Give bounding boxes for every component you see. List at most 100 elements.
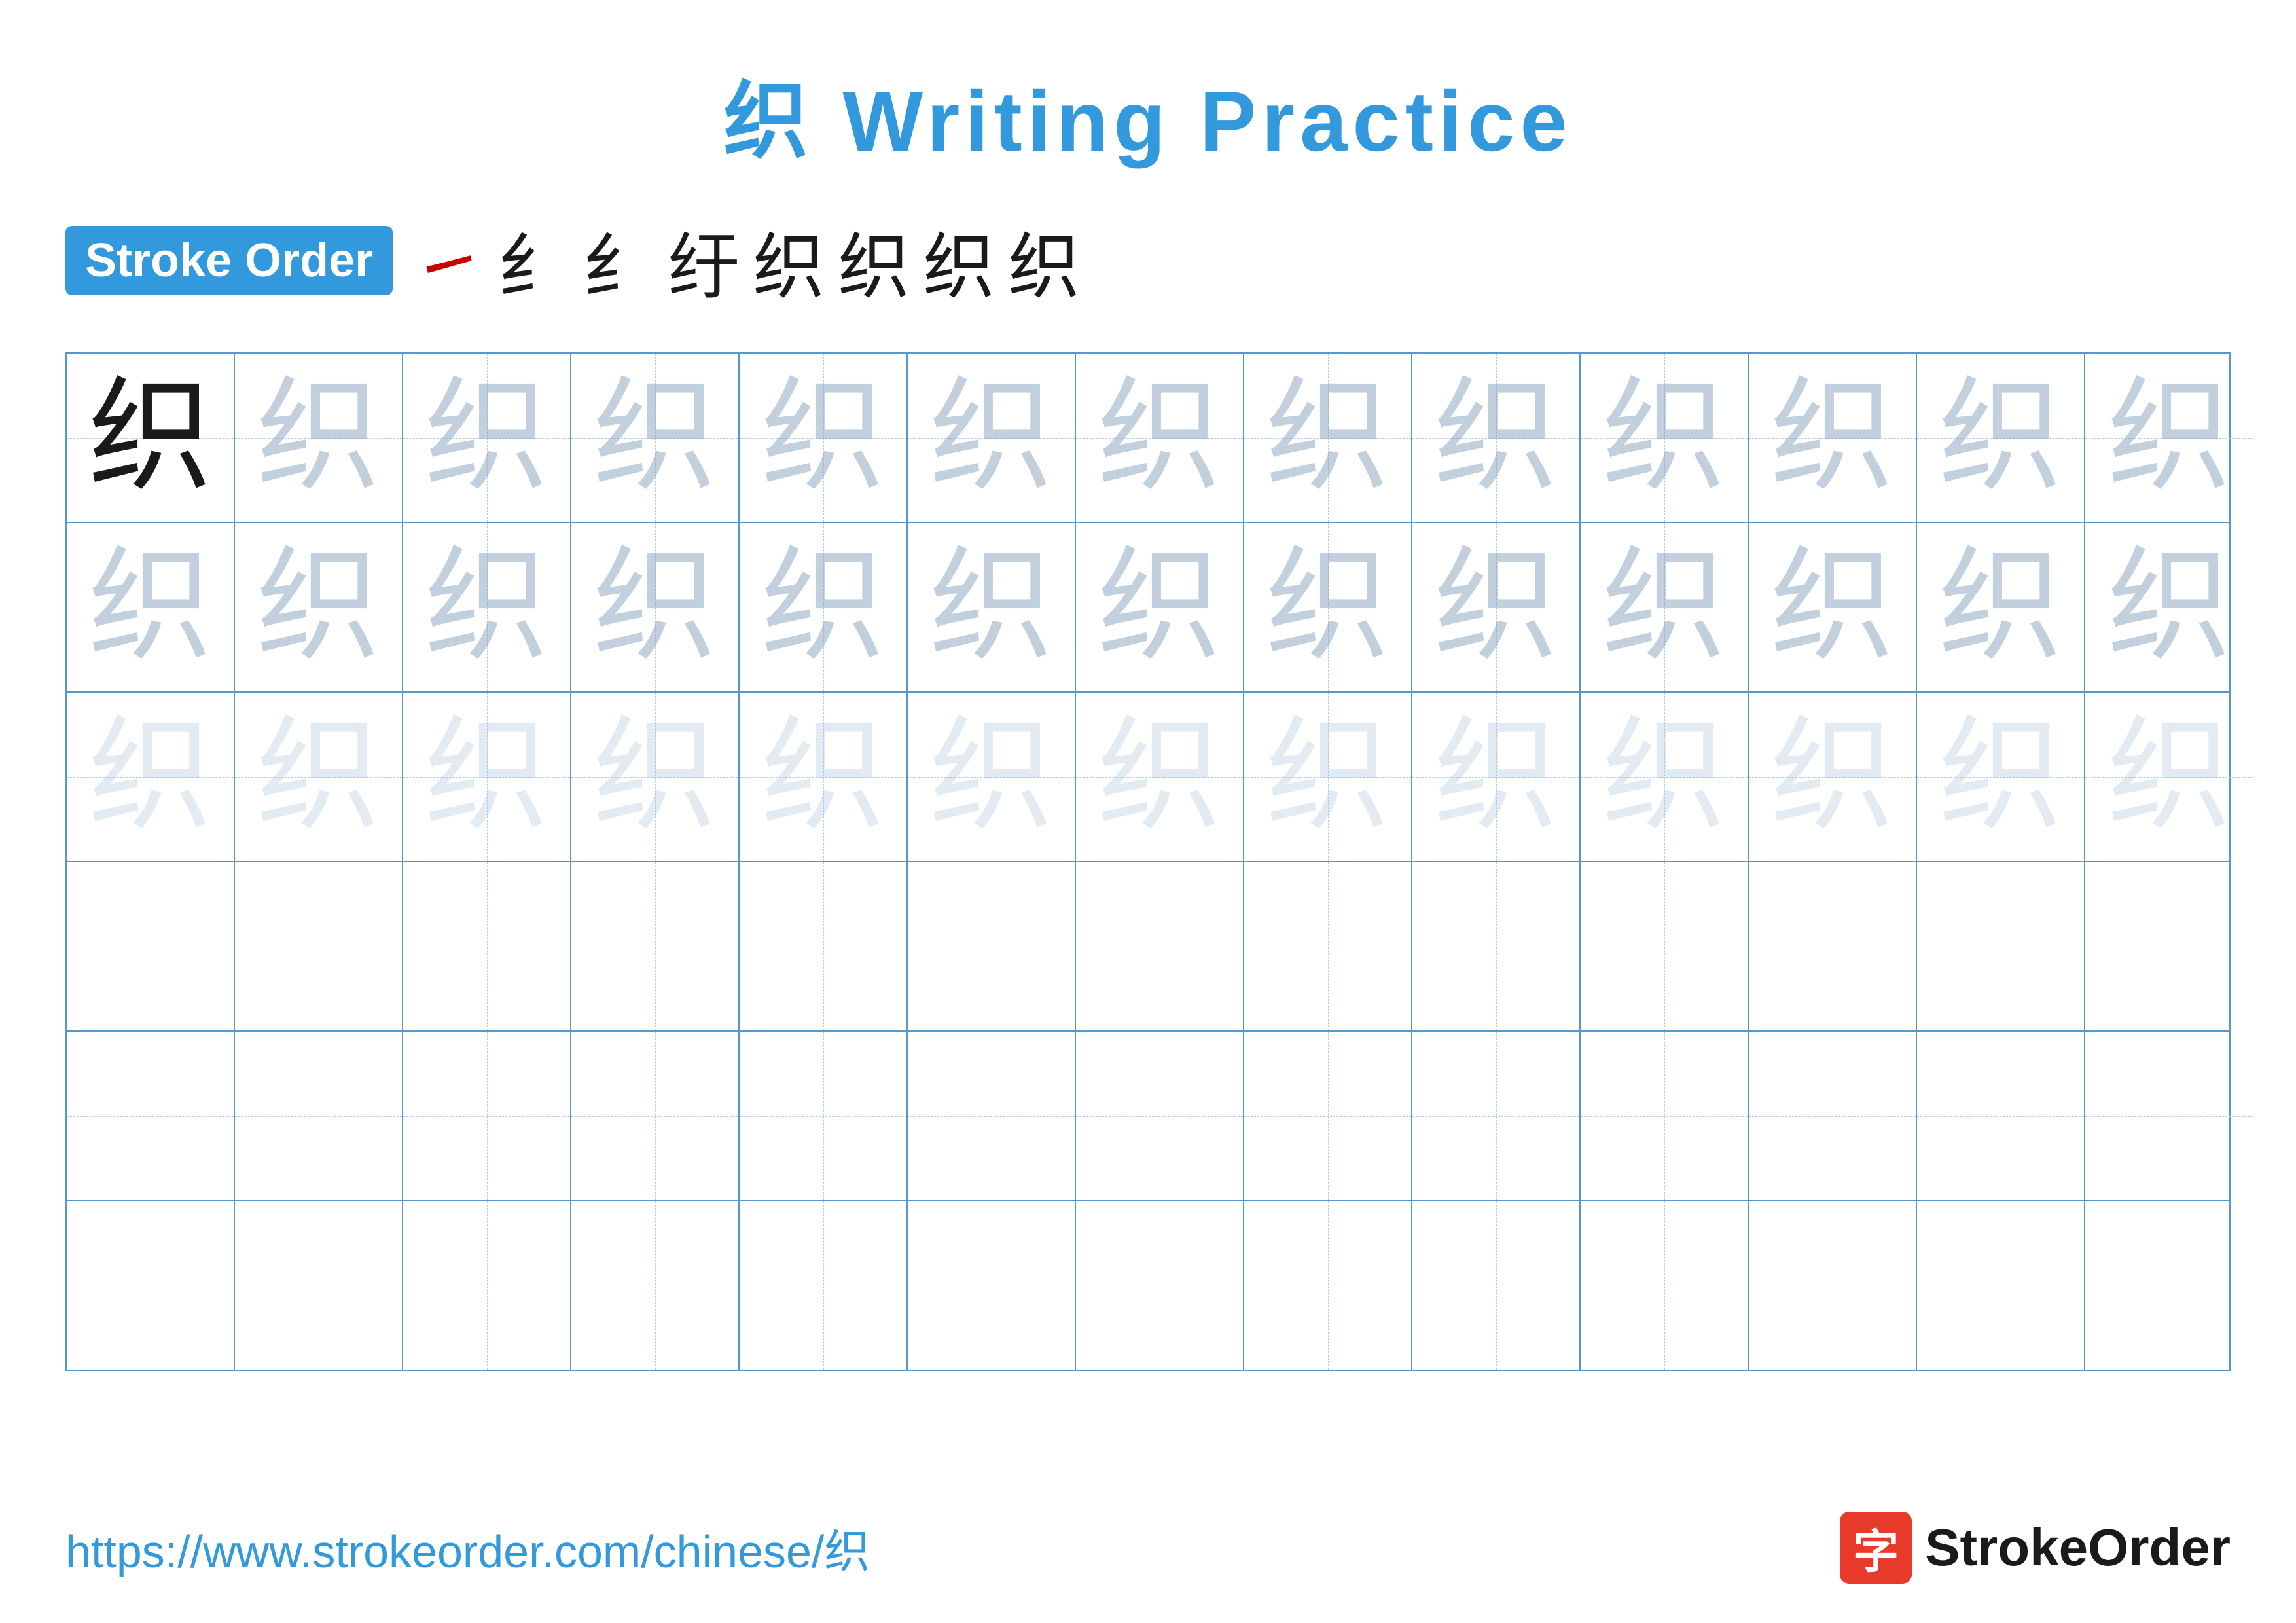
grid-cell-3-11[interactable]: 织 [1749,693,1917,861]
grid-row-6 [67,1201,2229,1370]
grid-cell-4-3[interactable] [403,862,571,1030]
grid-cell-1-8[interactable]: 织 [1244,354,1412,522]
grid-cell-1-3[interactable]: 织 [403,354,571,522]
stroke-char-7: 织 [923,208,995,313]
grid-cell-2-9[interactable]: 织 [1412,523,1581,691]
grid-cell-3-5[interactable]: 织 [740,693,908,861]
grid-cell-6-10[interactable] [1581,1201,1749,1370]
grid-cell-5-1[interactable] [67,1032,235,1200]
grid-cell-2-3[interactable]: 织 [403,523,571,691]
grid-cell-1-11[interactable]: 织 [1749,354,1917,522]
grid-cell-3-7[interactable]: 织 [1076,693,1244,861]
stroke-char-1: ㇀ [412,208,484,313]
grid-row-2: 织 织 织 织 织 织 织 织 织 织 织 织 织 [67,523,2229,693]
grid-cell-4-10[interactable] [1581,862,1749,1030]
grid-cell-4-8[interactable] [1244,862,1412,1030]
grid-cell-5-9[interactable] [1412,1032,1581,1200]
grid-cell-2-5[interactable]: 织 [740,523,908,691]
grid-cell-1-13[interactable]: 织 [2085,354,2253,522]
grid-cell-5-13[interactable] [2085,1032,2253,1200]
grid-cell-3-9[interactable]: 织 [1412,693,1581,861]
stroke-order-badge: Stroke Order [65,226,393,295]
grid-cell-3-12[interactable]: 织 [1917,693,2085,861]
grid-cell-2-6[interactable]: 织 [908,523,1076,691]
stroke-char-5: 织 [753,208,825,313]
grid-cell-3-13[interactable]: 织 [2085,693,2253,861]
grid-cell-5-8[interactable] [1244,1032,1412,1200]
grid-cell-3-6[interactable]: 织 [908,693,1076,861]
grid-cell-6-5[interactable] [740,1201,908,1370]
grid-cell-1-5[interactable]: 织 [740,354,908,522]
grid-cell-5-10[interactable] [1581,1032,1749,1200]
grid-cell-1-4[interactable]: 织 [571,354,740,522]
grid-cell-1-10[interactable]: 织 [1581,354,1749,522]
grid-row-3: 织 织 织 织 织 织 织 织 织 织 织 织 织 [67,693,2229,862]
stroke-char-2: 纟 [497,208,569,313]
stroke-char-4: 纡 [668,208,740,313]
grid-cell-4-7[interactable] [1076,862,1244,1030]
grid-cell-6-8[interactable] [1244,1201,1412,1370]
footer: https://www.strokeorder.com/chinese/织 字 … [65,1512,2231,1584]
page-title: 织 Writing Practice [0,0,2296,175]
grid-cell-3-4[interactable]: 织 [571,693,740,861]
char-main: 织 [88,376,212,500]
grid-cell-3-10[interactable]: 织 [1581,693,1749,861]
grid-cell-6-6[interactable] [908,1201,1076,1370]
grid-cell-5-5[interactable] [740,1032,908,1200]
grid-cell-5-12[interactable] [1917,1032,2085,1200]
grid-cell-2-12[interactable]: 织 [1917,523,2085,691]
stroke-char-6: 织 [838,208,910,313]
grid-cell-2-7[interactable]: 织 [1076,523,1244,691]
grid-cell-5-4[interactable] [571,1032,740,1200]
grid-cell-2-8[interactable]: 织 [1244,523,1412,691]
grid-cell-5-11[interactable] [1749,1032,1917,1200]
grid-cell-6-1[interactable] [67,1201,235,1370]
grid-cell-1-7[interactable]: 织 [1076,354,1244,522]
grid-cell-3-1[interactable]: 织 [67,693,235,861]
grid-cell-1-6[interactable]: 织 [908,354,1076,522]
grid-cell-2-11[interactable]: 织 [1749,523,1917,691]
grid-cell-4-13[interactable] [2085,862,2253,1030]
stroke-char-3: 纟 [583,208,655,313]
grid-cell-5-6[interactable] [908,1032,1076,1200]
grid-cell-6-9[interactable] [1412,1201,1581,1370]
grid-cell-5-2[interactable] [235,1032,403,1200]
grid-row-1: 织 织 织 织 织 织 织 织 织 织 织 织 织 [67,354,2229,523]
grid-cell-5-3[interactable] [403,1032,571,1200]
grid-cell-6-13[interactable] [2085,1201,2253,1370]
grid-cell-4-12[interactable] [1917,862,2085,1030]
grid-cell-4-9[interactable] [1412,862,1581,1030]
grid-cell-4-5[interactable] [740,862,908,1030]
grid-cell-4-1[interactable] [67,862,235,1030]
grid-cell-2-2[interactable]: 织 [235,523,403,691]
grid-cell-4-4[interactable] [571,862,740,1030]
grid-cell-1-9[interactable]: 织 [1412,354,1581,522]
grid-cell-1-1[interactable]: 织 [67,354,235,522]
grid-cell-6-11[interactable] [1749,1201,1917,1370]
grid-cell-1-12[interactable]: 织 [1917,354,2085,522]
grid-cell-6-3[interactable] [403,1201,571,1370]
grid-cell-3-2[interactable]: 织 [235,693,403,861]
strokeorder-icon: 字 [1840,1512,1912,1584]
grid-cell-6-4[interactable] [571,1201,740,1370]
grid-cell-6-2[interactable] [235,1201,403,1370]
grid-cell-4-11[interactable] [1749,862,1917,1030]
grid-cell-2-4[interactable]: 织 [571,523,740,691]
grid-cell-4-2[interactable] [235,862,403,1030]
grid-cell-5-7[interactable] [1076,1032,1244,1200]
grid-cell-6-12[interactable] [1917,1201,2085,1370]
footer-url[interactable]: https://www.strokeorder.com/chinese/织 [65,1515,870,1581]
grid-cell-3-3[interactable]: 织 [403,693,571,861]
footer-brand-name: StrokeOrder [1925,1518,2231,1578]
grid-cell-6-7[interactable] [1076,1201,1244,1370]
grid-cell-2-1[interactable]: 织 [67,523,235,691]
stroke-order-row: Stroke Order ㇀ 纟 纟 纡 织 织 织 织 [0,175,2296,333]
footer-brand: 字 StrokeOrder [1840,1512,2231,1584]
grid-cell-2-13[interactable]: 织 [2085,523,2253,691]
grid-cell-1-2[interactable]: 织 [235,354,403,522]
grid-cell-3-8[interactable]: 织 [1244,693,1412,861]
grid-cell-4-6[interactable] [908,862,1076,1030]
practice-grid: 织 织 织 织 织 织 织 织 织 织 织 织 织 织 织 织 织 织 织 织 … [65,352,2231,1371]
stroke-char-8: 织 [1008,208,1080,313]
grid-cell-2-10[interactable]: 织 [1581,523,1749,691]
